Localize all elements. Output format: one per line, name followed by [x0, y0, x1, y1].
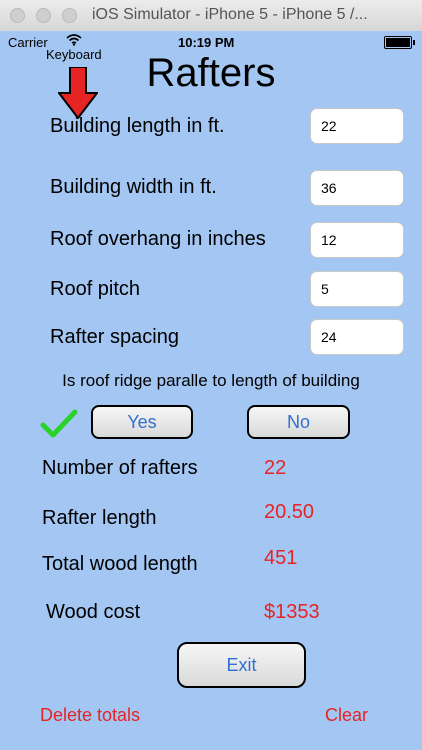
- exit-button[interactable]: Exit: [177, 642, 306, 688]
- zoom-window-button[interactable]: [62, 8, 77, 23]
- battery-icon: [384, 36, 415, 49]
- window-title: iOS Simulator - iPhone 5 - iPhone 5 /...: [92, 6, 368, 23]
- wood-cost-label: Wood cost: [46, 601, 141, 623]
- no-button[interactable]: No: [247, 405, 350, 439]
- wood-cost-value: $1353: [264, 601, 320, 623]
- clear-button[interactable]: Clear: [325, 705, 368, 726]
- minimize-window-button[interactable]: [36, 8, 51, 23]
- close-window-button[interactable]: [10, 8, 25, 23]
- rafter-length-label: Rafter length: [42, 507, 157, 529]
- red-down-arrow-icon: [58, 67, 98, 119]
- total-wood-length-value: 451: [264, 547, 298, 569]
- building-length-label: Building length in ft.: [50, 115, 225, 137]
- roof-pitch-input[interactable]: [310, 271, 404, 307]
- building-width-input[interactable]: [310, 170, 404, 206]
- checkmark-icon: [40, 409, 78, 438]
- yes-button[interactable]: Yes: [91, 405, 193, 439]
- rafter-length-value: 20.50: [264, 501, 315, 523]
- carrier-label: Carrier: [8, 35, 48, 50]
- wifi-icon: [66, 34, 82, 46]
- rafter-spacing-input[interactable]: [310, 319, 404, 355]
- ridge-question-label: Is roof ridge paralle to length of build…: [62, 371, 360, 390]
- building-length-input[interactable]: [310, 108, 404, 144]
- window-titlebar: iOS Simulator - iPhone 5 - iPhone 5 /...: [0, 0, 422, 32]
- number-of-rafters-value: 22: [264, 457, 287, 479]
- building-width-label: Building width in ft.: [50, 176, 217, 198]
- total-wood-length-label: Total wood length: [42, 553, 198, 575]
- roof-overhang-input[interactable]: [310, 222, 404, 258]
- roof-overhang-label: Roof overhang in inches: [50, 228, 266, 250]
- rafter-spacing-label: Rafter spacing: [50, 326, 179, 348]
- simulator-screen: Carrier 10:19 PM Keyboard Rafters Buildi…: [0, 31, 422, 750]
- status-time: 10:19 PM: [178, 35, 235, 50]
- roof-pitch-label: Roof pitch: [50, 278, 141, 300]
- delete-totals-button[interactable]: Delete totals: [40, 705, 140, 726]
- number-of-rafters-label: Number of rafters: [42, 457, 198, 479]
